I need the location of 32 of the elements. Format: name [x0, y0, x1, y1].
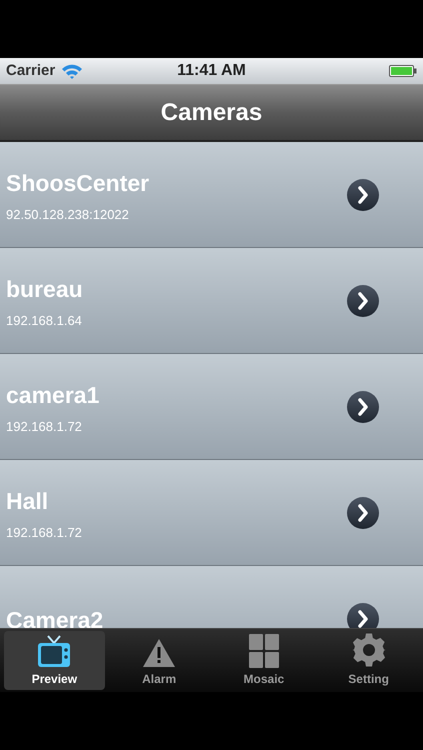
- camera-list-item[interactable]: Hall 192.168.1.72: [0, 460, 423, 566]
- camera-address: 192.168.1.72: [6, 418, 83, 434]
- battery-icon: [389, 65, 417, 77]
- tab-bar-item[interactable]: Preview: [4, 631, 105, 690]
- camera-name: bureau: [6, 274, 84, 302]
- camera-list-item[interactable]: Camera2: [0, 566, 423, 628]
- wifi-icon: [61, 63, 84, 79]
- camera-list-item[interactable]: bureau 192.168.1.64: [0, 248, 423, 354]
- tab-bar-item[interactable]: Setting: [318, 631, 419, 690]
- camera-list-item[interactable]: camera1 192.168.1.72: [0, 354, 423, 460]
- warning-icon: [142, 638, 176, 668]
- camera-name: ShoosCenter: [6, 168, 150, 196]
- disclosure-button[interactable]: [346, 602, 380, 628]
- screen-title: Cameras: [160, 98, 262, 128]
- tab-bar-item[interactable]: Alarm: [108, 631, 210, 690]
- camera-address: 92.50.128.238:12022: [6, 206, 130, 222]
- carrier-label: Carrier: [6, 60, 56, 81]
- disclosure-button[interactable]: [346, 284, 380, 318]
- tab-bar-item[interactable]: Mosaic: [214, 631, 314, 690]
- camera-address: 192.168.1.64: [6, 312, 83, 328]
- clock-time: 11:41 AM: [177, 61, 246, 81]
- settings-icon: [350, 632, 387, 668]
- disclosure-button[interactable]: [346, 390, 380, 424]
- disclosure-button[interactable]: [346, 496, 380, 530]
- tv-icon: [37, 634, 72, 668]
- camera-address: 192.168.1.72: [6, 524, 83, 540]
- camera-name: camera1: [6, 380, 100, 408]
- camera-list-item[interactable]: ShoosCenter 92.50.128.238:12022: [0, 142, 423, 248]
- camera-name: Hall: [6, 486, 50, 514]
- camera-name: Camera2: [6, 606, 104, 628]
- grid-icon: [248, 634, 279, 668]
- disclosure-button[interactable]: [346, 178, 380, 212]
